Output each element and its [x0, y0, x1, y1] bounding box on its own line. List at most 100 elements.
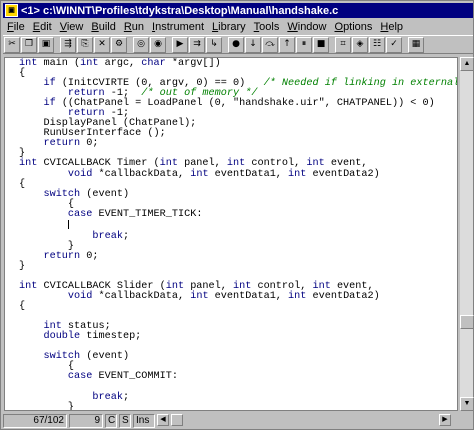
tree-icon[interactable]: ☷	[369, 36, 385, 53]
menu-label: nstrument	[155, 20, 205, 33]
horizontal-scroll-thumb[interactable]	[171, 414, 183, 426]
menu-label: ile	[13, 20, 25, 33]
vertical-scrollbar[interactable]: ▲ ▼	[459, 57, 474, 411]
keyword-token: int	[190, 168, 209, 180]
keyword-token: return	[43, 250, 81, 262]
include-icon[interactable]: ⇶	[60, 36, 76, 53]
title-bar[interactable]: ▣ <1> c:\WINNT\Profiles\tdykstra\Desktop…	[3, 3, 473, 18]
line-position: 67/102	[3, 414, 67, 428]
code-line[interactable]: double timestep;	[19, 331, 457, 343]
status-flag-c: C	[105, 414, 117, 428]
menu-label: uild	[98, 20, 116, 33]
copy-icon[interactable]: ❐	[21, 36, 37, 53]
code-line[interactable]: int main (int argc, char *argv[])	[19, 58, 457, 69]
find-next-icon[interactable]: ◉	[150, 36, 166, 53]
code-token: ;	[122, 230, 130, 242]
step-into-icon[interactable]: ↓	[245, 36, 261, 53]
code-line[interactable]: break;	[19, 230, 457, 242]
break-icon[interactable]: ⏸	[296, 36, 312, 53]
menu-help[interactable]: Help	[376, 21, 407, 33]
keyword-token: int	[288, 291, 307, 303]
size-grip[interactable]	[459, 413, 473, 429]
halt-icon[interactable]: ■	[313, 36, 329, 53]
menu-view[interactable]: View	[56, 21, 88, 33]
scroll-left-button[interactable]: ◀	[157, 414, 169, 426]
string-token: "handshake.uir"	[233, 98, 325, 110]
menu-label: ools	[259, 20, 280, 33]
code-line[interactable]: void *callbackData, int eventData1, int …	[19, 168, 457, 180]
watch-icon[interactable]: ◈	[352, 36, 368, 53]
menu-mnemonic: B	[91, 20, 99, 33]
keyword-token: case	[67, 208, 93, 220]
menu-tools[interactable]: Tools	[250, 21, 284, 33]
go-icon[interactable]: ⇉	[189, 36, 205, 53]
stop-icon[interactable]: ●	[228, 36, 244, 53]
menu-label: un	[131, 20, 145, 33]
code-token: eventData2)	[306, 168, 380, 180]
copy-project-icon[interactable]: ⎘	[77, 36, 93, 53]
code-token: timestep;	[80, 331, 142, 343]
keyword-token: void	[67, 291, 93, 303]
comment-token: /* Needed if linking in external compile…	[263, 78, 458, 90]
menu-mnemonic: O	[334, 20, 344, 33]
check-icon[interactable]: ✓	[386, 36, 402, 53]
menu-label: elp	[388, 20, 404, 33]
step-icon[interactable]: ↳	[206, 36, 222, 53]
code-line[interactable]: break;	[19, 391, 457, 403]
run-tools-icon[interactable]: ⚙	[111, 36, 127, 53]
code-token: argc,	[98, 58, 142, 69]
code-token: eventData2)	[306, 291, 380, 303]
scroll-right-button[interactable]: ▶	[439, 414, 451, 426]
code-line[interactable]: void *callbackData, int eventData1, int …	[19, 291, 457, 303]
code-line[interactable]: return 0;	[19, 139, 457, 149]
code-line[interactable]: }	[19, 261, 457, 272]
column-position: 9	[69, 414, 103, 428]
scroll-thumb[interactable]	[460, 315, 474, 329]
menu-library[interactable]: Library	[208, 21, 250, 33]
app-icon[interactable]: ▣	[5, 4, 18, 17]
code-line[interactable]: return 0;	[19, 250, 457, 262]
keyword-token: break	[92, 391, 123, 403]
variables-icon[interactable]: ⌗	[335, 36, 351, 53]
panel-icon[interactable]: ▦	[408, 36, 424, 53]
window-title: <1> c:\WINNT\Profiles\tdykstra\Desktop\M…	[21, 4, 339, 17]
keyword-token: void	[67, 168, 93, 180]
code-token: *callbackData,	[92, 291, 191, 303]
source-code[interactable]: int main (int argc, char *argv[]){ if (I…	[19, 58, 458, 410]
code-line[interactable]: switch (event)	[19, 352, 457, 362]
scroll-down-button[interactable]: ▼	[460, 397, 474, 411]
code-line[interactable]: {	[19, 302, 457, 312]
code-token: main (	[37, 58, 81, 69]
code-line[interactable]: case EVENT_TIMER_TICK:	[19, 208, 457, 220]
code-token: eventData1,	[208, 168, 289, 180]
menu-run[interactable]: Run	[120, 21, 148, 33]
menu-options[interactable]: Options	[331, 21, 377, 33]
cross-reference-icon[interactable]: ✕	[94, 36, 110, 53]
code-line[interactable]: switch (event)	[19, 189, 457, 200]
code-token: 0;	[80, 250, 99, 262]
find-icon[interactable]: ◎	[133, 36, 149, 53]
code-line[interactable]: }	[19, 402, 457, 410]
run-icon[interactable]: ▶	[172, 36, 188, 53]
menu-mnemonic: W	[287, 20, 298, 33]
code-line[interactable]: case EVENT_COMMIT:	[19, 371, 457, 383]
menu-label: ptions	[343, 20, 373, 33]
code-editor[interactable]: int main (int argc, char *argv[]){ if (I…	[4, 57, 458, 411]
code-token: , CHATPANEL)) < 0)	[324, 98, 435, 110]
horizontal-scrollbar[interactable]: ◀ ▶	[157, 414, 453, 428]
scroll-up-button[interactable]: ▲	[460, 57, 474, 71]
save-icon[interactable]: ▣	[38, 36, 54, 53]
step-over-icon[interactable]: ⤼	[262, 36, 278, 53]
menu-label: indow	[297, 20, 327, 33]
keyword-token: case	[67, 371, 93, 383]
cut-icon[interactable]: ✂	[4, 36, 20, 53]
menu-edit[interactable]: Edit	[29, 21, 56, 33]
toolbar: ✂ ❐ ▣ ⇶ ⎘ ✕ ⚙ ◎ ◉ ▶ ⇉ ↳ ● ↓ ⤼ ↑ ⏸ ■ ⌗ ◈ ☷ ✓ ▦	[3, 35, 473, 54]
menu-build[interactable]: Build	[87, 21, 119, 33]
menu-file[interactable]: File	[3, 21, 29, 33]
menu-instrument[interactable]: Instrument	[148, 21, 208, 33]
finish-icon[interactable]: ↑	[279, 36, 295, 53]
menu-window[interactable]: Window	[283, 21, 330, 33]
menu-label: ibrary	[218, 20, 246, 33]
